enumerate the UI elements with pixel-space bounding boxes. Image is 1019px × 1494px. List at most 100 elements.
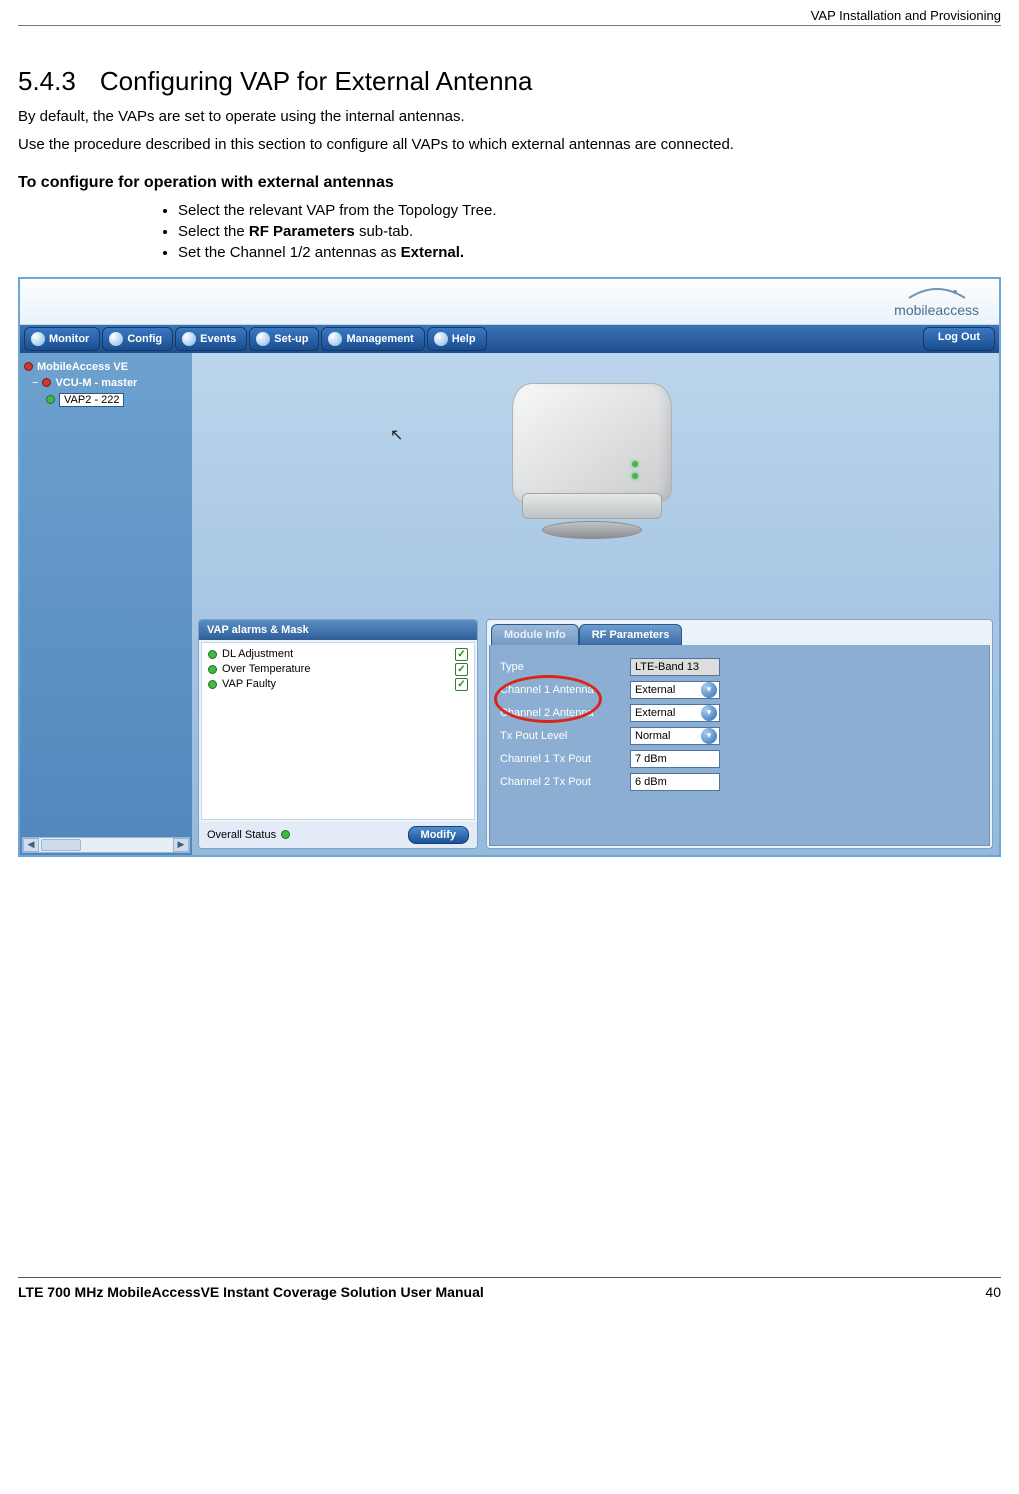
field-label: Tx Pout Level	[500, 730, 620, 742]
paragraph: By default, the VAPs are set to operate …	[18, 107, 1001, 127]
ch2-antenna-dropdown[interactable]: External▾	[630, 704, 720, 722]
alarm-label: DL Adjustment	[222, 648, 293, 660]
nav-events[interactable]: Events	[175, 327, 247, 351]
section-title: Configuring VAP for External Antenna	[100, 66, 533, 97]
status-dot-icon	[208, 650, 217, 659]
field-label: Channel 1 Tx Pout	[500, 753, 620, 765]
alarms-list: DL Adjustment ✓ Over Temperature ✓ VAP F…	[201, 642, 475, 820]
alarm-row: VAP Faulty ✓	[206, 677, 470, 692]
tree-label: MobileAccess VE	[37, 361, 128, 373]
help-icon	[434, 332, 448, 346]
tree-label-selected: VAP2 - 222	[59, 393, 124, 407]
tree-label: VCU-M - master	[55, 377, 137, 389]
status-dot-icon	[281, 830, 290, 839]
field-label: Type	[500, 661, 620, 673]
nav-label: Monitor	[49, 333, 89, 345]
main-content: ↖ VAP alarms & Mask DL Adjustment	[192, 353, 999, 855]
alarm-label: Over Temperature	[222, 663, 310, 675]
alarm-row: DL Adjustment ✓	[206, 647, 470, 662]
running-header: VAP Installation and Provisioning	[18, 0, 1001, 26]
footer-title: LTE 700 MHz MobileAccessVE Instant Cover…	[18, 1284, 484, 1300]
field-ch1-tx-pout: Channel 1 Tx Pout 7 dBm	[500, 750, 979, 768]
star-icon	[256, 332, 270, 346]
tx-pout-level-dropdown[interactable]: Normal▾	[630, 727, 720, 745]
ch2-tx-pout-value: 6 dBm	[630, 773, 720, 791]
chevron-down-icon: ▾	[701, 728, 717, 744]
alarm-mask-checkbox[interactable]: ✓	[455, 678, 468, 691]
page-footer: LTE 700 MHz MobileAccessVE Instant Cover…	[18, 1277, 1001, 1306]
screenshot-mobileaccess-ui: mobileaccess Monitor Config Events Set-u…	[18, 277, 1001, 857]
paragraph: Use the procedure described in this sect…	[18, 135, 1001, 155]
chevron-down-icon: ▾	[701, 705, 717, 721]
nav-label: Config	[127, 333, 162, 345]
list-item: Set the Channel 1/2 antennas as External…	[178, 244, 1001, 261]
modify-button[interactable]: Modify	[408, 826, 469, 844]
scroll-thumb[interactable]	[41, 839, 81, 851]
chevron-down-icon: ▾	[701, 682, 717, 698]
events-icon	[182, 332, 196, 346]
alarm-row: Over Temperature ✓	[206, 662, 470, 677]
rf-parameters-panel: Module Info RF Parameters Type LTE-Band …	[486, 619, 993, 849]
panel-title: VAP alarms & Mask	[199, 620, 477, 640]
topology-tree: MobileAccess VE − VCU-M - master VAP2 - …	[20, 353, 192, 855]
status-dot-icon	[42, 378, 51, 387]
scroll-right-icon[interactable]: ▶	[173, 838, 189, 852]
brand-logo: mobileaccess	[894, 284, 979, 318]
tree-root[interactable]: MobileAccess VE	[24, 361, 188, 373]
users-icon	[328, 332, 342, 346]
tab-module-info[interactable]: Module Info	[491, 624, 579, 645]
field-label: Channel 2 Antenna	[500, 707, 620, 719]
field-tx-pout-level: Tx Pout Level Normal▾	[500, 727, 979, 745]
alarm-mask-checkbox[interactable]: ✓	[455, 663, 468, 676]
status-dot-icon	[208, 665, 217, 674]
brand-bar: mobileaccess	[20, 279, 999, 325]
tab-rf-parameters[interactable]: RF Parameters	[579, 624, 683, 645]
type-value: LTE-Band 13	[630, 658, 720, 676]
alarms-footer: Overall Status Modify	[199, 822, 477, 848]
ch1-tx-pout-value: 7 dBm	[630, 750, 720, 768]
sidebar-scrollbar[interactable]: ◀ ▶	[22, 837, 190, 853]
instruction-list: Select the relevant VAP from the Topolog…	[178, 202, 1001, 261]
scroll-left-icon[interactable]: ◀	[23, 838, 39, 852]
tree-node-vcu[interactable]: − VCU-M - master	[32, 377, 188, 389]
status-dot-icon	[208, 680, 217, 689]
field-ch2-tx-pout: Channel 2 Tx Pout 6 dBm	[500, 773, 979, 791]
overall-status-label: Overall Status	[207, 829, 276, 841]
swoosh-icon	[907, 284, 967, 302]
field-ch2-antenna: Channel 2 Antenna External▾	[500, 704, 979, 722]
alarm-label: VAP Faulty	[222, 678, 276, 690]
device-image	[482, 363, 702, 553]
cursor-icon: ↖	[390, 425, 403, 445]
field-type: Type LTE-Band 13	[500, 658, 979, 676]
section-number: 5.4.3	[18, 66, 76, 97]
rf-form: Type LTE-Band 13 Channel 1 Antenna Exter…	[489, 645, 990, 846]
nav-label: Set-up	[274, 333, 308, 345]
nav-management[interactable]: Management	[321, 327, 424, 351]
logout-button[interactable]: Log Out	[923, 327, 995, 351]
field-ch1-antenna: Channel 1 Antenna External▾	[500, 681, 979, 699]
status-dot-icon	[24, 362, 33, 371]
field-label: Channel 1 Antenna	[500, 684, 620, 696]
nav-bar: Monitor Config Events Set-up Management …	[20, 325, 999, 353]
monitor-icon	[31, 332, 45, 346]
nav-config[interactable]: Config	[102, 327, 173, 351]
nav-label: Events	[200, 333, 236, 345]
status-dot-icon	[46, 395, 55, 404]
nav-help[interactable]: Help	[427, 327, 487, 351]
nav-monitor[interactable]: Monitor	[24, 327, 100, 351]
ch1-antenna-dropdown[interactable]: External▾	[630, 681, 720, 699]
vap-alarms-panel: VAP alarms & Mask DL Adjustment ✓ Over T…	[198, 619, 478, 849]
tabs: Module Info RF Parameters	[487, 620, 992, 645]
list-item: Select the RF Parameters sub-tab.	[178, 223, 1001, 240]
nav-label: Help	[452, 333, 476, 345]
wrench-icon	[109, 332, 123, 346]
nav-label: Management	[346, 333, 413, 345]
alarm-mask-checkbox[interactable]: ✓	[455, 648, 468, 661]
field-label: Channel 2 Tx Pout	[500, 776, 620, 788]
nav-setup[interactable]: Set-up	[249, 327, 319, 351]
page-number: 40	[985, 1284, 1001, 1300]
section-heading: 5.4.3 Configuring VAP for External Anten…	[18, 66, 1001, 97]
subheading: To configure for operation with external…	[18, 174, 1001, 192]
list-item: Select the relevant VAP from the Topolog…	[178, 202, 1001, 219]
tree-node-vap2[interactable]: VAP2 - 222	[46, 393, 188, 407]
